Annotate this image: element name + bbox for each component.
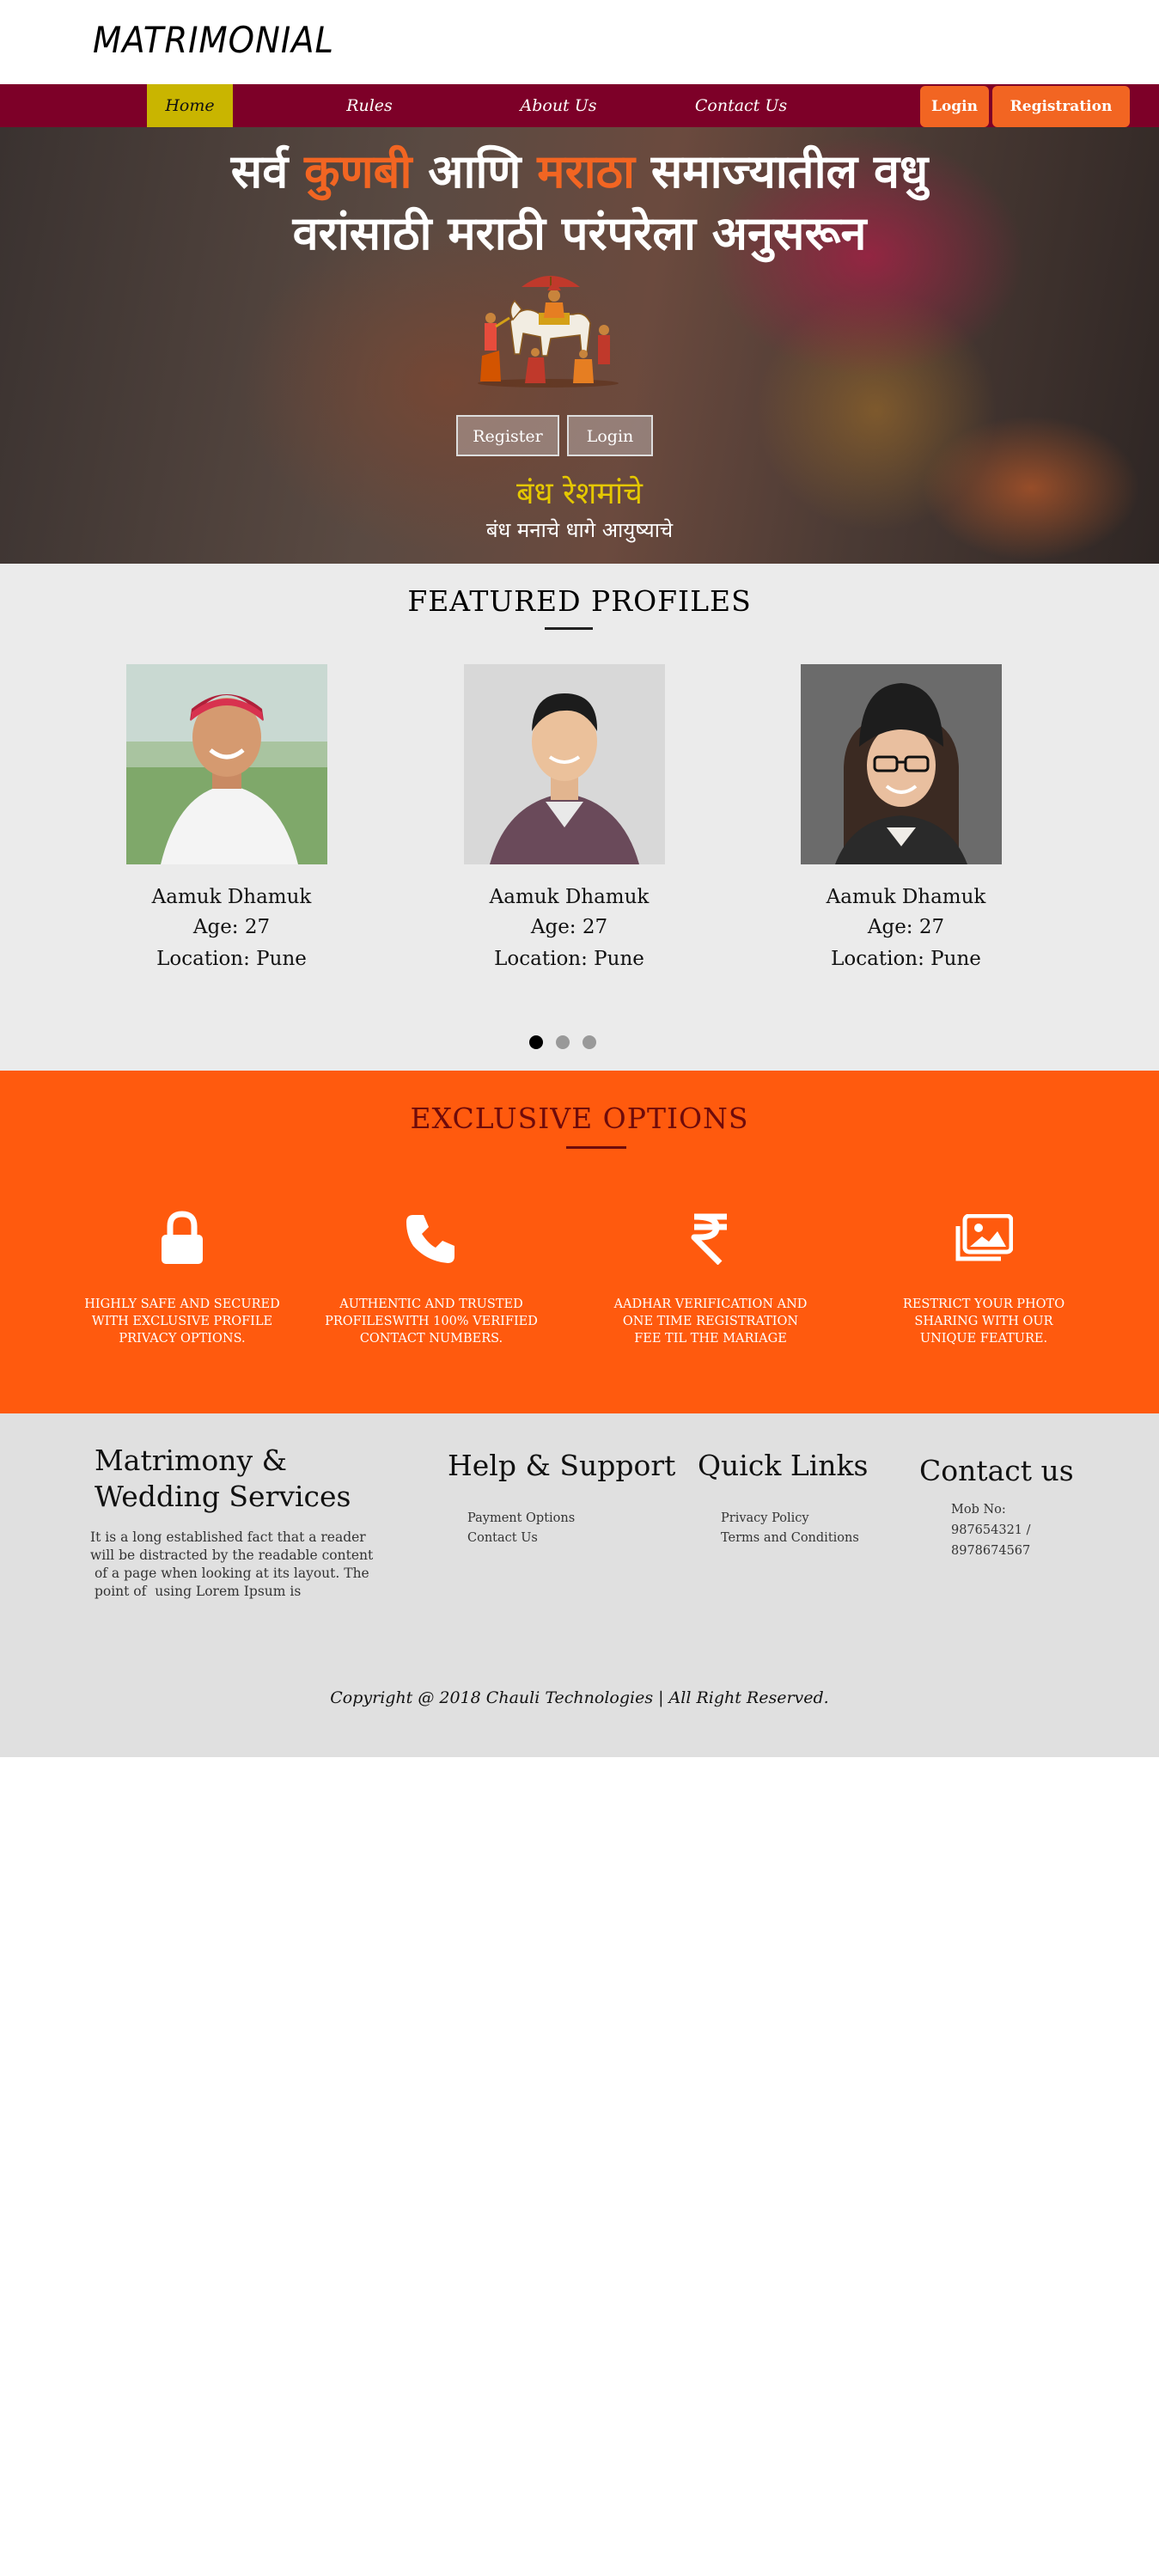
feature-verified-text: AUTHENTIC AND TRUSTED PROFILESWITH 100% … — [325, 1297, 538, 1346]
footer-quick-links-title: Quick Links — [698, 1449, 869, 1482]
profile-age: Age: 27 — [530, 916, 608, 938]
footer-services-text: It is a long established fact that a rea… — [90, 1529, 374, 1599]
profile-photo[interactable] — [801, 664, 1002, 864]
profile-photo[interactable] — [126, 664, 327, 864]
hero-heading-line-1: सर्व कुणबी आणि मराठा समाज्यातील वधु — [230, 144, 929, 198]
photos-icon — [955, 1214, 1013, 1261]
copyright-text: Copyright @ 2018 Chauli Technologies | A… — [330, 1688, 829, 1707]
title-underline — [545, 627, 593, 630]
featured-profiles-section: FEATURED PROFILES Aamuk Dhamuk Age: 27 L… — [0, 564, 1159, 1071]
exclusive-options-title: EXCLUSIVE OPTIONS — [410, 1102, 749, 1135]
carousel-dot-3[interactable] — [583, 1035, 596, 1049]
profile-name: Aamuk Dhamuk — [151, 886, 312, 908]
hero-subtagline: बंध मनाचे धागे आयुष्याचे — [485, 518, 674, 542]
profile-location: Location: Pune — [831, 948, 981, 970]
hero-tagline: बंध रेशमांचे — [515, 476, 644, 511]
lock-icon — [162, 1211, 203, 1264]
nav-about-us[interactable]: About Us — [503, 84, 614, 127]
footer-link-contact-us[interactable]: Contact Us — [467, 1531, 538, 1545]
footer-contact-phone-2: 8978674567 — [951, 1544, 1031, 1558]
footer-help-title: Help & Support — [448, 1449, 676, 1482]
site-logo[interactable]: MATRIMONIAL — [93, 19, 334, 61]
hero-heading-line-2: वरांसाठी मराठी परंपरेला अनुसरून — [292, 206, 867, 260]
login-button[interactable]: Login — [920, 86, 989, 127]
profile-age: Age: 27 — [192, 916, 271, 938]
footer-link-terms[interactable]: Terms and Conditions — [721, 1531, 859, 1545]
wedding-procession-illustration — [478, 276, 619, 388]
footer-contact-title: Contact us — [919, 1454, 1074, 1487]
footer: Matrimony & Wedding Services It is a lon… — [0, 1413, 1159, 1757]
registration-button[interactable]: Registration — [992, 86, 1130, 127]
hero-register-button[interactable]: Register — [456, 415, 559, 456]
nav-rules[interactable]: Rules — [326, 84, 412, 127]
exclusive-options-section: EXCLUSIVE OPTIONS HIGHLY SAFE AND SECURE… — [0, 1071, 1159, 1413]
rupee-icon — [691, 1213, 727, 1265]
featured-profiles-title: FEATURED PROFILES — [407, 584, 752, 618]
feature-privacy-text: HIGHLY SAFE AND SECURED WITH EXCLUSIVE P… — [84, 1297, 280, 1346]
profile-photo[interactable] — [464, 664, 665, 864]
profile-age: Age: 27 — [867, 916, 945, 938]
carousel-dot-1[interactable] — [529, 1035, 543, 1049]
nav-home[interactable]: Home — [147, 84, 233, 127]
logo-bar: MATRIMONIAL — [0, 0, 1159, 84]
nav-contact-us[interactable]: Contact Us — [679, 84, 803, 127]
title-underline — [566, 1146, 626, 1149]
profile-location: Location: Pune — [156, 948, 307, 970]
carousel-indicators — [528, 1035, 631, 1051]
hero-login-button[interactable]: Login — [567, 415, 653, 456]
phone-icon — [406, 1215, 454, 1263]
footer-link-payment-options[interactable]: Payment Options — [467, 1511, 575, 1525]
hero-banner: सर्व कुणबी आणि मराठा समाज्यातील वधु वरां… — [0, 127, 1159, 564]
footer-contact-label: Mob No: — [951, 1503, 1006, 1517]
footer-services-title: Matrimony & Wedding Services — [95, 1444, 351, 1513]
feature-aadhar-text: AADHAR VERIFICATION AND ONE TIME REGISTR… — [613, 1297, 808, 1346]
footer-link-privacy-policy[interactable]: Privacy Policy — [721, 1511, 809, 1525]
profile-name: Aamuk Dhamuk — [826, 886, 986, 908]
profile-name: Aamuk Dhamuk — [489, 886, 650, 908]
carousel-dot-2[interactable] — [556, 1035, 570, 1049]
highlight-kunbi: कुणबी — [304, 144, 412, 198]
highlight-maratha: मराठा — [537, 144, 636, 198]
footer-contact-phone-1: 987654321 / — [951, 1523, 1031, 1537]
feature-photo-restrict-text: RESTRICT YOUR PHOTO SHARING WITH OUR UNI… — [902, 1297, 1065, 1346]
profile-location: Location: Pune — [494, 948, 644, 970]
